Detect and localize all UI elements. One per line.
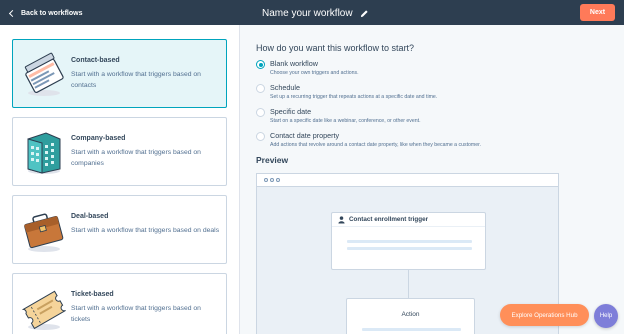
card-title: Deal-based	[71, 213, 109, 220]
workflow-type-ticket-based[interactable]: Ticket-based Start with a workflow that …	[12, 273, 227, 334]
back-to-workflows-link[interactable]: Back to workflows	[8, 6, 83, 20]
option-schedule[interactable]: Schedule Set up a recurring trigger that…	[256, 83, 437, 101]
enrollment-trigger-card: Contact enrollment trigger	[331, 212, 486, 270]
card-description: Start with a workflow that triggers base…	[71, 149, 201, 167]
option-description: Add actions that revolve around a contac…	[270, 142, 481, 148]
option-label: Specific date	[270, 107, 312, 116]
back-label: Back to workflows	[21, 9, 83, 17]
pencil-icon[interactable]	[360, 9, 369, 18]
workflow-type-panel: Contact-based Start with a workflow that…	[0, 25, 240, 334]
start-question: How do you want this workflow to start?	[256, 43, 415, 53]
flow-connector	[408, 270, 409, 298]
placeholder-line	[347, 247, 472, 250]
radio-button[interactable]	[256, 84, 265, 93]
action-card: Action	[346, 298, 475, 334]
chevron-left-icon	[8, 9, 17, 17]
card-description: Start with a workflow that triggers base…	[71, 227, 220, 234]
workflow-type-company-based[interactable]: Company-based Start with a workflow that…	[12, 117, 227, 186]
preview-browser-bar	[257, 174, 558, 187]
option-label: Contact date property	[270, 131, 340, 140]
placeholder-line	[362, 328, 461, 331]
ticket-icon	[22, 290, 66, 330]
person-icon	[338, 215, 345, 223]
start-options-panel: How do you want this workflow to start? …	[241, 25, 624, 334]
trigger-label: Contact enrollment trigger	[349, 216, 429, 223]
radio-button[interactable]	[256, 132, 265, 141]
option-label: Schedule	[270, 83, 300, 92]
preview-heading: Preview	[256, 155, 289, 165]
option-label: Blank workflow	[270, 59, 318, 68]
top-bar: Back to workflows Name your workflow Nex…	[0, 0, 624, 25]
card-title: Ticket-based	[71, 291, 114, 298]
window-dots-icon	[264, 178, 280, 182]
workflow-type-contact-based[interactable]: Contact-based Start with a workflow that…	[12, 39, 227, 108]
next-button[interactable]: Next	[580, 4, 615, 21]
action-label: Action	[401, 311, 420, 318]
option-description: Start on a specific date like a webinar,…	[270, 118, 421, 124]
workflow-type-deal-based[interactable]: Deal-based Start with a workflow that tr…	[12, 195, 227, 264]
card-description: Start with a workflow that triggers base…	[71, 305, 201, 323]
card-title: Company-based	[71, 135, 126, 142]
help-button[interactable]: Help	[594, 304, 618, 328]
contact-card-icon	[24, 52, 64, 96]
option-description: Set up a recurring trigger that repeats …	[270, 94, 438, 100]
building-icon	[27, 132, 61, 174]
option-specific-date[interactable]: Specific date Start on a specific date l…	[256, 107, 421, 125]
option-contact-date-property[interactable]: Contact date property Add actions that r…	[256, 131, 481, 149]
workflow-title: Name your workflow	[262, 7, 353, 19]
placeholder-line	[347, 240, 472, 243]
radio-button[interactable]	[256, 108, 265, 117]
option-description: Choose your own triggers and actions.	[270, 70, 359, 76]
card-title: Contact-based	[71, 57, 120, 64]
option-blank-workflow[interactable]: Blank workflow Choose your own triggers …	[256, 59, 359, 77]
workflow-name[interactable]: Name your workflow	[262, 6, 369, 20]
card-description: Start with a workflow that triggers base…	[71, 71, 201, 89]
briefcase-icon	[24, 213, 64, 252]
radio-button[interactable]	[256, 60, 265, 69]
explore-operations-hub-button[interactable]: Explore Operations Hub	[500, 304, 589, 326]
